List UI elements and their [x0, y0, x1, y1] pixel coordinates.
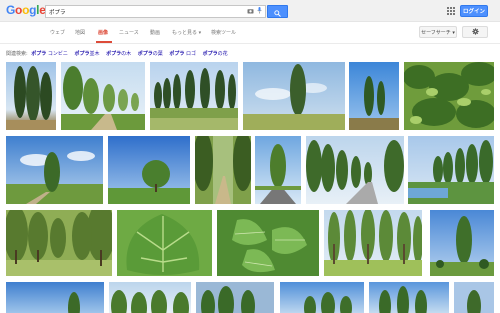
related-link[interactable]: ポプラ ロゴ — [169, 51, 196, 57]
search-button[interactable] — [267, 5, 288, 18]
tab-more[interactable]: もっと見る ▾ — [172, 29, 201, 36]
tab-maps[interactable]: 地図 — [75, 29, 85, 36]
logo-letter: o — [22, 3, 30, 17]
image-result[interactable] — [243, 62, 345, 130]
image-result[interactable] — [408, 136, 494, 204]
microphone-icon[interactable] — [257, 7, 265, 16]
tab-news[interactable]: ニュース — [119, 29, 139, 36]
tab-search-tools[interactable]: 検索ツール — [211, 29, 236, 36]
image-result[interactable] — [150, 62, 238, 130]
related-searches: 関連検索: ポプラ コンビニ ポプラ並木 ポプラの木 ポプラの葉 ポプラ ロゴ … — [6, 50, 228, 57]
image-result[interactable] — [369, 282, 449, 313]
google-logo[interactable]: Google — [6, 3, 46, 17]
tab-web[interactable]: ウェブ — [50, 29, 65, 36]
tab-images[interactable]: 画像 — [98, 29, 108, 36]
image-result[interactable] — [6, 136, 103, 204]
logo-letter: G — [6, 3, 16, 17]
login-button[interactable]: ログイン — [460, 5, 488, 17]
image-result[interactable] — [61, 62, 145, 130]
related-link[interactable]: ポプラ コンビニ — [31, 51, 68, 57]
image-result[interactable] — [404, 62, 494, 130]
image-result[interactable] — [306, 136, 404, 204]
image-result[interactable] — [6, 282, 104, 313]
top-bar: Google ポプラ ログイン — [0, 0, 500, 22]
search-tabs-bar: ウェブ 地図 画像 ニュース 動画 もっと見る ▾ 検索ツール セーフサーチ ▾ — [0, 22, 500, 44]
image-result[interactable] — [255, 136, 301, 204]
search-input[interactable]: ポプラ — [45, 5, 266, 18]
image-result[interactable] — [454, 282, 494, 313]
image-result[interactable] — [217, 210, 319, 276]
logo-letter: o — [15, 3, 23, 17]
image-result[interactable] — [280, 282, 364, 313]
camera-icon[interactable] — [247, 8, 257, 16]
image-result[interactable] — [430, 210, 494, 276]
search-query: ポプラ — [49, 9, 66, 16]
search-icon — [274, 2, 281, 21]
image-result[interactable] — [195, 136, 251, 204]
apps-grid-icon[interactable] — [447, 7, 455, 15]
related-link[interactable]: ポプラの葉 — [138, 51, 163, 57]
settings-button[interactable] — [462, 26, 488, 38]
related-link[interactable]: ポプラの木 — [106, 51, 131, 57]
related-prefix: 関連検索: — [6, 51, 28, 57]
active-tab-indicator — [96, 41, 112, 43]
logo-letter: g — [29, 3, 37, 17]
related-link[interactable]: ポプラの花 — [203, 51, 228, 57]
image-result[interactable] — [108, 136, 190, 204]
image-result[interactable] — [117, 210, 212, 276]
image-result[interactable] — [349, 62, 399, 130]
image-result[interactable] — [324, 210, 422, 276]
gear-icon — [471, 27, 479, 37]
tab-videos[interactable]: 動画 — [150, 29, 160, 36]
image-result[interactable] — [109, 282, 191, 313]
image-result[interactable] — [196, 282, 274, 313]
related-link[interactable]: ポプラ並木 — [74, 51, 99, 57]
image-result[interactable] — [6, 62, 56, 130]
image-result[interactable] — [6, 210, 112, 276]
safesearch-button[interactable]: セーフサーチ ▾ — [419, 26, 457, 38]
